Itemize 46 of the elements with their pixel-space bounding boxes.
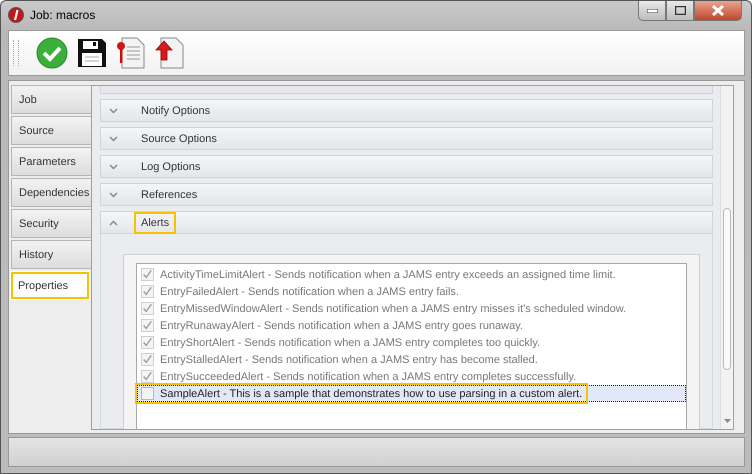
group-title: Source Options [140,132,218,146]
maximize-button[interactable] [666,1,694,21]
minimize-button[interactable] [638,1,666,21]
close-icon [711,5,725,16]
sidebar-tab[interactable]: Parameters [11,147,91,176]
alert-label: ActivityTimeLimitAlert - Sends notification when a JAMS entry exceeds an assigned time limit. [160,268,616,280]
document-upload-icon[interactable] [155,37,185,69]
alert-label: SampleAlert - This is a sample that demonstrates how to use parsing in a custom alert. [160,388,582,400]
group-title: Alerts [136,214,174,232]
document-pin-icon[interactable] [116,37,146,69]
group-header[interactable]: Notify Options [100,99,713,122]
maximize-icon [674,6,686,15]
chevron-icon [109,192,118,198]
sidebar-tab[interactable]: History [11,240,91,269]
sidebar-tab[interactable]: Dependencies [11,178,91,207]
chevron-icon [109,164,118,170]
chevron-icon [109,220,118,226]
group-title: Notify Options [140,104,212,118]
sidebar-tab[interactable]: Job [11,85,91,114]
scroll-down-icon[interactable] [724,419,731,423]
group-header[interactable]: References [100,183,713,206]
group-header[interactable]: Log Options [100,155,713,178]
chevron-icon [109,136,118,142]
sidebar-tab[interactable]: Security [11,209,91,238]
alert-label: EntryShortAlert - Sends notification when a JAMS entry completes too quickly. [160,336,540,348]
window-title: Job: macros [30,8,96,22]
app-logo-icon [8,6,24,22]
group-title: Log Options [140,160,202,174]
alert-label: EntrySucceededAlert - Sends notification when a JAMS entry completes successfully. [160,370,576,382]
alert-label: EntryFailedAlert - Sends notification when a JAMS entry fails. [160,286,459,298]
alert-label: EntryStalledAlert - Sends notification when a JAMS entry has become stalled. [160,354,538,366]
chevron-icon [109,108,118,114]
alert-row[interactable]: SampleAlert - This is a sample that demonstrates how to use parsing in a custom alert. [137,385,686,402]
sidebar-tab[interactable]: Properties [10,271,90,300]
alert-label: EntryRunawayAlert - Sends notification when a JAMS entry goes runaway. [160,320,523,332]
scrollbar[interactable] [720,86,733,429]
group-header[interactable]: Alerts [100,211,713,234]
sidebar-tab[interactable]: Source [11,116,91,145]
save-icon[interactable] [77,38,107,68]
group-header[interactable]: Source Options [100,127,713,150]
close-button[interactable] [694,1,742,21]
minimize-icon [646,8,658,12]
alert-label: EntryMissedWindowAlert - Sends notification when a JAMS entry misses it's scheduled window. [160,302,626,314]
checkbox[interactable] [141,387,154,400]
group-title: References [140,188,198,202]
checkmark-icon[interactable] [36,37,68,69]
